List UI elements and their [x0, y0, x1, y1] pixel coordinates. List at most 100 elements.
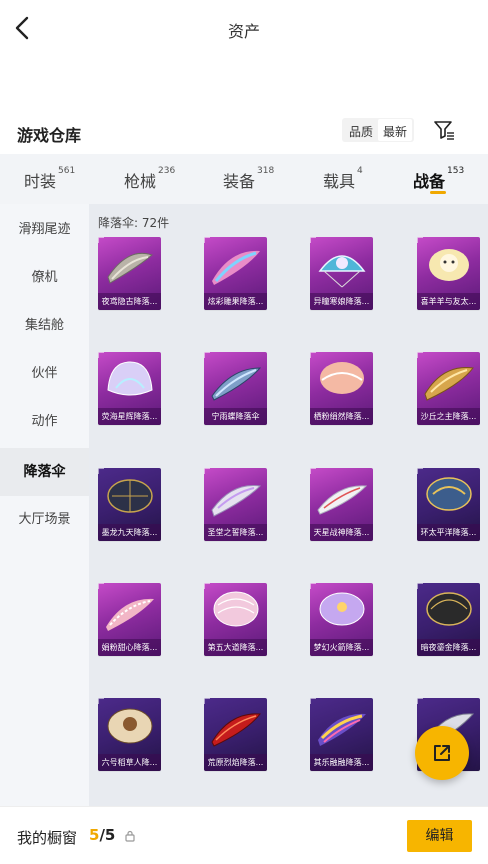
- item-card[interactable]: 沙丘之主降落...: [417, 352, 480, 425]
- item-name: 第五大道降落...: [204, 639, 267, 656]
- item-card[interactable]: 墨龙九天降落...: [98, 468, 161, 541]
- item-name: 墨龙九天降落...: [98, 524, 161, 541]
- item-grid-panel: 降落伞: 72件 夜鸢隐古降落... 炫彩雕果降落... 异瞳寒娘降落... 喜羊羊与…: [89, 204, 488, 806]
- edit-button[interactable]: 编辑: [407, 820, 472, 852]
- parachute-thumbnail: [204, 468, 267, 524]
- page-title: 资产: [227, 22, 260, 41]
- tab-label: 枪械: [124, 172, 157, 191]
- parachute-thumbnail: [417, 468, 480, 524]
- subcategory-sidebar: 滑翔尾迹 僚机 集结舱 伙伴 动作 降落伞 大厅场景: [0, 204, 89, 806]
- sidebar-item-parachute[interactable]: 降落伞: [0, 448, 89, 496]
- parachute-thumbnail: [98, 468, 161, 524]
- tab-count: 153: [447, 166, 465, 176]
- sidebar-item-partner[interactable]: 伙伴: [0, 350, 89, 398]
- item-card[interactable]: 炫彩雕果降落...: [204, 237, 267, 310]
- share-button[interactable]: [415, 726, 469, 780]
- parachute-thumbnail: [204, 352, 267, 408]
- parachute-thumbnail: [417, 352, 480, 408]
- item-name: 沙丘之主降落...: [417, 408, 480, 425]
- category-tabs: 时装561 枪械236 装备318 载具4 战备153: [0, 154, 488, 204]
- item-count-label: 降落伞: 72件: [98, 216, 170, 230]
- tab-label: 装备: [223, 172, 256, 191]
- item-card[interactable]: 荒原烈焰降落...: [204, 698, 267, 771]
- item-card[interactable]: 六号稻草人降...: [98, 698, 161, 771]
- parachute-thumbnail: [98, 698, 161, 754]
- parachute-thumbnail: [310, 468, 373, 524]
- parachute-thumbnail: [310, 698, 373, 754]
- filter-icon: [434, 121, 454, 140]
- tab-count: 561: [58, 166, 76, 176]
- item-card[interactable]: 梦幻火箭降落...: [310, 583, 373, 656]
- tab-weapons[interactable]: 枪械236: [124, 166, 176, 192]
- showcase-max: 5: [104, 826, 116, 844]
- back-button[interactable]: [12, 14, 36, 42]
- item-card[interactable]: 异瞳寒娘降落...: [310, 237, 373, 310]
- showcase-count: 5/5: [89, 826, 115, 844]
- item-name: 娟粉甜心降落...: [98, 639, 161, 656]
- item-card[interactable]: 喜羊羊与友太...: [417, 237, 480, 310]
- top-bar: 资产: [0, 0, 488, 56]
- item-name: 圣堂之誓降落...: [204, 524, 267, 541]
- parachute-thumbnail: [417, 583, 480, 639]
- tab-vehicles[interactable]: 载具4: [323, 166, 363, 192]
- tab-equipment[interactable]: 装备318: [223, 166, 275, 192]
- tab-label: 时装: [24, 172, 57, 191]
- item-name: 炫彩雕果降落...: [204, 293, 267, 310]
- sort-quality-button[interactable]: 品质: [344, 119, 378, 141]
- item-card[interactable]: 荧海星辉降落...: [98, 352, 161, 425]
- sidebar-item-emote[interactable]: 动作: [0, 398, 89, 446]
- item-card[interactable]: 天星战神降落...: [310, 468, 373, 541]
- item-card[interactable]: 圣堂之誓降落...: [204, 468, 267, 541]
- sidebar-item-glide-trail[interactable]: 滑翔尾迹: [0, 206, 89, 254]
- item-name: 宁雨蝶降落伞: [204, 408, 267, 425]
- item-card[interactable]: 第五大道降落...: [204, 583, 267, 656]
- warehouse-header: 游戏仓库 品质 最新: [0, 112, 488, 150]
- item-name: 荧海星辉降落...: [98, 408, 161, 425]
- section-title: 游戏仓库: [17, 126, 82, 145]
- parachute-thumbnail: [98, 583, 161, 639]
- item-card[interactable]: 其乐融融降落...: [310, 698, 373, 771]
- parachute-thumbnail: [417, 237, 480, 293]
- item-card[interactable]: 宁雨蝶降落伞: [204, 352, 267, 425]
- parachute-thumbnail: [204, 583, 267, 639]
- tab-count: 236: [158, 166, 176, 176]
- item-name: 喜羊羊与友太...: [417, 293, 480, 310]
- sidebar-item-rally-pod[interactable]: 集结舱: [0, 302, 89, 350]
- sort-newest-button[interactable]: 最新: [378, 119, 413, 141]
- tab-label: 战备: [413, 172, 446, 191]
- item-card[interactable]: 夜鸢隐古降落...: [98, 237, 161, 310]
- item-card[interactable]: 栖粉绢然降落...: [310, 352, 373, 425]
- item-name: 夜鸢隐古降落...: [98, 293, 161, 310]
- item-card[interactable]: 环太平洋降落...: [417, 468, 480, 541]
- item-name: 环太平洋降落...: [417, 524, 480, 541]
- lock-icon: [125, 830, 135, 842]
- item-name: 其乐融融降落...: [310, 754, 373, 771]
- parachute-thumbnail: [204, 698, 267, 754]
- item-card[interactable]: 暗夜鎏金降落...: [417, 583, 480, 656]
- filter-button[interactable]: [432, 118, 456, 142]
- parachute-thumbnail: [310, 583, 373, 639]
- item-name: 荒原烈焰降落...: [204, 754, 267, 771]
- active-tab-indicator: [430, 191, 446, 194]
- tab-count: 318: [257, 166, 275, 176]
- tab-fashion[interactable]: 时装561: [24, 166, 76, 192]
- item-name: 栖粉绢然降落...: [310, 408, 373, 425]
- tab-supplies[interactable]: 战备153: [413, 166, 465, 192]
- showcase-label: 我的橱窗: [17, 829, 78, 847]
- sidebar-item-lobby-scene[interactable]: 大厅场景: [0, 496, 89, 544]
- parachute-thumbnail: [310, 352, 373, 408]
- sidebar-item-wingman[interactable]: 僚机: [0, 254, 89, 302]
- item-name: 异瞳寒娘降落...: [310, 293, 373, 310]
- tab-label: 载具: [323, 172, 356, 191]
- item-name: 梦幻火箭降落...: [310, 639, 373, 656]
- parachute-thumbnail: [204, 237, 267, 293]
- bottom-bar: 我的橱窗 5/5 编辑: [0, 806, 488, 864]
- parachute-thumbnail: [98, 352, 161, 408]
- parachute-thumbnail: [98, 237, 161, 293]
- sort-toggle: 品质 最新: [342, 118, 415, 142]
- item-name: 六号稻草人降...: [98, 754, 161, 771]
- share-external-icon: [434, 745, 450, 761]
- item-card[interactable]: 娟粉甜心降落...: [98, 583, 161, 656]
- showcase-current: 5: [89, 826, 100, 844]
- chevron-left-icon: [15, 16, 29, 40]
